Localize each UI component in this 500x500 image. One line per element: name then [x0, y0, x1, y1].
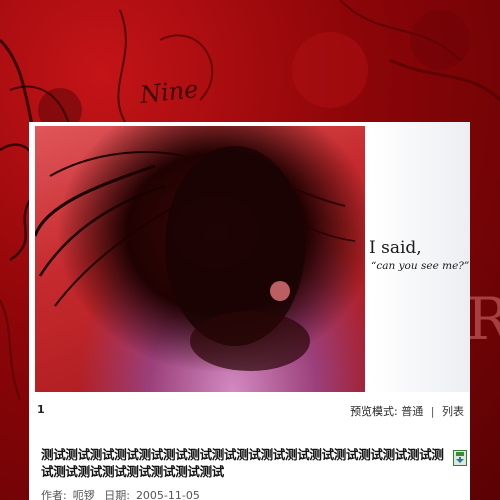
- view-mode-label: 预览模式:: [350, 405, 398, 418]
- view-mode-normal-link[interactable]: 普通: [401, 405, 423, 418]
- background-letter: R: [466, 285, 500, 353]
- post-title[interactable]: 测试测试测试测试测试测试测试测试测试测试测试测试测试测试测试测试测试测试测试测试…: [41, 446, 449, 480]
- view-mode-separator: |: [430, 405, 435, 418]
- view-mode-list-link[interactable]: 列表: [442, 405, 464, 418]
- banner-photo: [35, 126, 365, 392]
- author-label: 作者:: [41, 489, 67, 500]
- header-banner: I said, “can you see me?”: [29, 122, 470, 392]
- post-date: 2005-11-05: [135, 489, 200, 500]
- quote-line-1: I said,: [369, 238, 422, 258]
- quote-line-2: “can you see me?”: [371, 260, 470, 272]
- pager-bar: 1 预览模式: 普通 | 列表: [29, 400, 470, 418]
- save-icon[interactable]: [453, 450, 467, 466]
- author-name[interactable]: 呃锣: [73, 489, 95, 500]
- content-panel: I said, “can you see me?” 1 预览模式: 普通 | 列…: [29, 122, 470, 500]
- date-label: 日期:: [104, 489, 130, 500]
- page-number[interactable]: 1: [37, 403, 45, 416]
- banner-quote: I said, “can you see me?”: [369, 238, 469, 272]
- post-meta: 作者: 呃锣 日期: 2005-11-05: [41, 487, 206, 500]
- view-mode-switch: 预览模式: 普通 | 列表: [350, 403, 464, 419]
